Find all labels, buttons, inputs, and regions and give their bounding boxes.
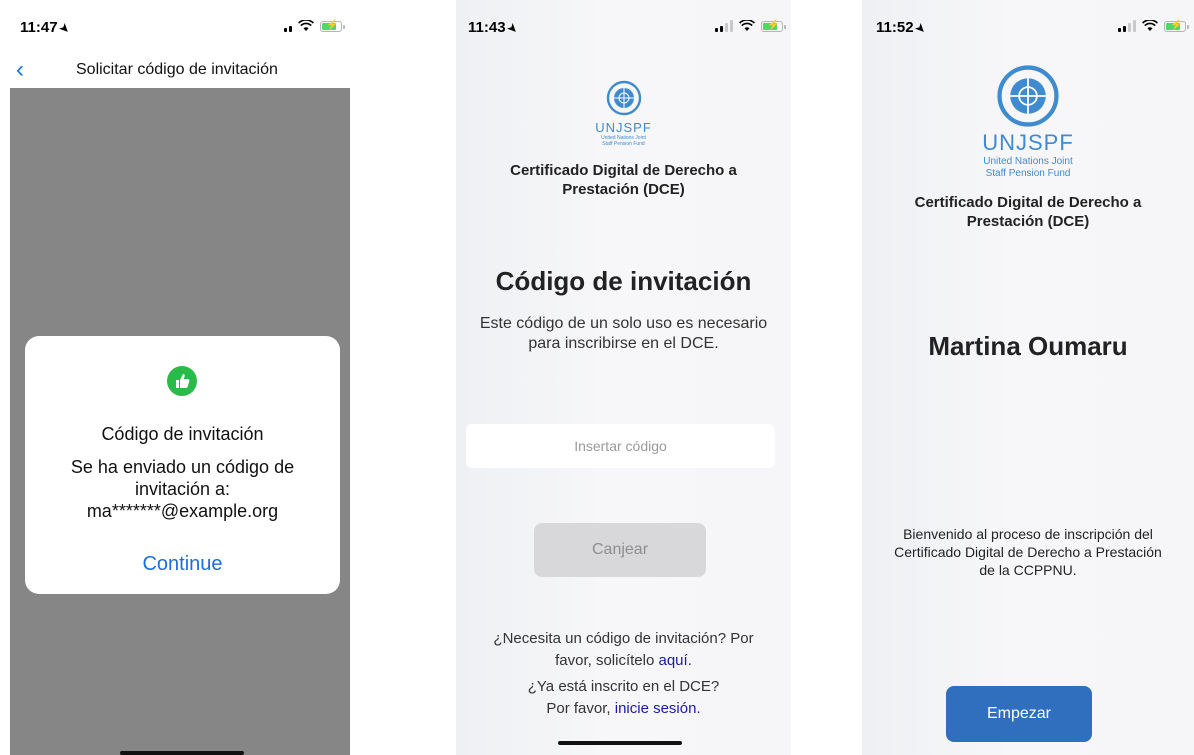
alert-message-line: invitación a: (134, 479, 231, 499)
thumbs-up-icon (167, 366, 197, 396)
certificate-title: Certificado Digital de Derecho a Prestac… (510, 162, 737, 198)
status-bar: 11:47➤ ⚡ (10, 0, 350, 119)
home-indicator (558, 741, 682, 745)
alert-message-line: Se ha enviado un código de (70, 457, 295, 477)
un-emblem-icon (606, 80, 641, 116)
battery-icon: ⚡ (1164, 20, 1189, 32)
unjspf-logo: UNJSPF United Nations Joint Staff Pensio… (456, 80, 791, 147)
logo-wordmark: UNJSPF (982, 130, 1074, 155)
status-icons: ⚡ (1118, 19, 1189, 33)
user-name: Martina Oumaru (928, 331, 1128, 361)
status-time: 11:43➤ (468, 19, 520, 37)
wifi-icon (739, 20, 755, 31)
alert-title: Código de invitación (101, 424, 264, 444)
status-bar: 11:52➤ ⚡ (862, 0, 1194, 40)
cellular-icon (715, 20, 733, 32)
request-code-link[interactable]: aquí. (659, 652, 692, 669)
redeem-button[interactable]: Canjear (534, 523, 706, 577)
alert-message-email: ma*******@example.org (86, 501, 279, 521)
login-link[interactable]: inicie sesión. (615, 700, 701, 717)
unjspf-logo: UNJSPF United Nations Joint Staff Pensio… (862, 64, 1194, 180)
alert-dialog: Código de invitación Se ha enviado un có… (25, 336, 340, 594)
alert-message: Se ha enviado un código de invitación a:… (45, 456, 320, 522)
logo-subtitle: Staff Pension Fund (602, 141, 645, 147)
page-description: Este código de un solo uso es necesario … (479, 315, 768, 352)
home-indicator (120, 751, 244, 755)
need-code-text: ¿Necesita un código de invitación? Por f… (493, 630, 754, 669)
page-title: Código de invitación (495, 266, 752, 296)
logo-subtitle: Staff Pension Fund (985, 168, 1071, 179)
location-icon: ➤ (504, 21, 520, 37)
logo-wordmark: UNJSPF (595, 120, 652, 135)
phone-screen-invitation-code: 11:43➤ ⚡ UNJSPF United Nations Joint Sta… (456, 0, 791, 755)
status-time: 11:47➤ (20, 19, 72, 37)
phone-screen-welcome: 11:52➤ ⚡ UNJSPF United Nations Joint Sta… (862, 0, 1194, 755)
wifi-icon (298, 20, 314, 31)
phone-screen-request-code: 11:47➤ ⚡ ‹ Solicitar código de invitació… (10, 0, 350, 755)
status-time: 11:52➤ (876, 19, 928, 37)
already-enrolled-text: ¿Ya está inscrito en el DCE? Por favor, … (527, 678, 720, 717)
certificate-title: Certificado Digital de Derecho a Prestac… (914, 194, 1142, 230)
cellular-icon (284, 20, 292, 119)
wifi-icon (1142, 20, 1158, 31)
status-icons: ⚡ (284, 19, 345, 119)
status-icons: ⚡ (715, 19, 786, 33)
location-icon: ➤ (912, 21, 928, 37)
logo-subtitle: United Nations Joint (983, 156, 1073, 167)
location-icon: ➤ (56, 21, 72, 37)
status-bar: 11:43➤ ⚡ (456, 0, 791, 40)
invitation-code-input[interactable]: Insertar código (466, 424, 775, 468)
nav-bar: ‹ Solicitar código de invitación (10, 56, 350, 86)
battery-icon: ⚡ (320, 20, 345, 32)
nav-title: Solicitar código de invitación (76, 61, 278, 78)
un-emblem-icon (997, 65, 1059, 127)
start-button[interactable]: Empezar (946, 686, 1092, 742)
back-chevron-icon[interactable]: ‹ (16, 58, 24, 82)
welcome-message: Bienvenido al proceso de inscripción del… (894, 526, 1162, 578)
battery-icon: ⚡ (761, 20, 786, 32)
continue-button[interactable]: Continue (25, 553, 340, 576)
cellular-icon (1118, 20, 1136, 32)
